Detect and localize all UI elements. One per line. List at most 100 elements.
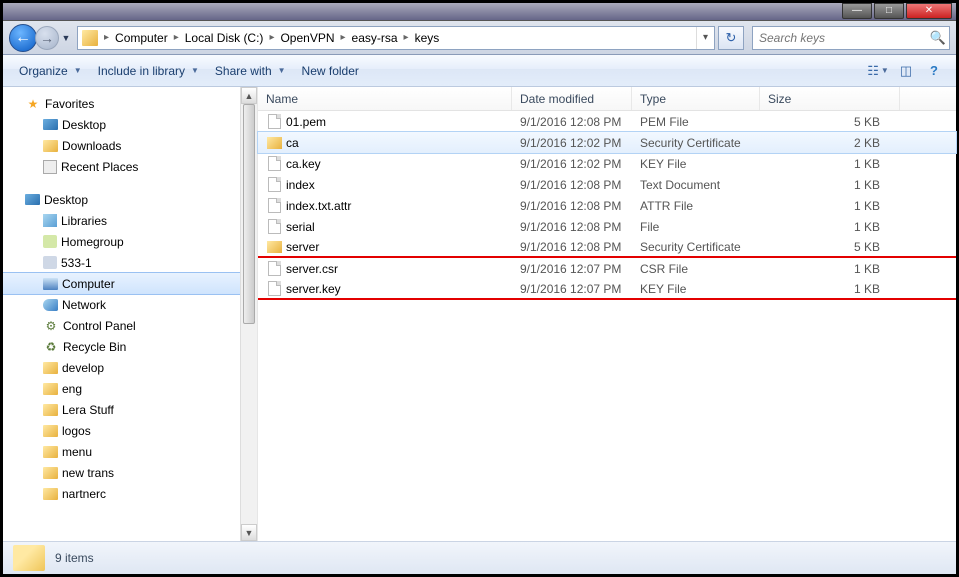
view-options-button[interactable]: ☷▼ (866, 60, 890, 82)
file-size: 1 KB (760, 262, 900, 276)
file-name: ca (286, 136, 299, 150)
tree-item-downloads[interactable]: Downloads (3, 135, 257, 156)
tree-item-folder[interactable]: logos (3, 420, 257, 441)
column-header-date[interactable]: Date modified (512, 87, 632, 110)
tree-item-recycle-bin[interactable]: ♻Recycle Bin (3, 336, 257, 357)
explorer-window: — □ ✕ ← → ▼ ▸ Computer ▸ Local Disk (C:)… (3, 3, 956, 574)
file-date: 9/1/2016 12:07 PM (512, 282, 632, 296)
nav-history-dropdown[interactable]: ▼ (59, 33, 73, 43)
file-row[interactable]: server9/1/2016 12:08 PMSecurity Certific… (258, 237, 956, 258)
window-titlebar[interactable]: — □ ✕ (3, 3, 956, 21)
folder-icon (43, 404, 58, 416)
homegroup-icon (43, 235, 57, 248)
chevron-right-icon[interactable]: ▸ (172, 32, 181, 43)
file-size: 1 KB (760, 220, 900, 234)
file-date: 9/1/2016 12:08 PM (512, 178, 632, 192)
close-button[interactable]: ✕ (906, 3, 952, 19)
breadcrumb-dropdown[interactable]: ▾ (696, 27, 714, 49)
minimize-button[interactable]: — (842, 3, 872, 19)
scroll-up-button[interactable]: ▲ (241, 87, 257, 104)
file-name: 01.pem (286, 115, 326, 129)
tree-item-computer[interactable]: Computer (3, 273, 257, 294)
breadcrumb-item-openvpn[interactable]: OpenVPN (276, 27, 338, 49)
search-icon: 🔍 (927, 30, 949, 46)
folder-icon (43, 467, 58, 479)
file-row[interactable]: ca9/1/2016 12:02 PMSecurity Certificate2… (258, 132, 956, 153)
new-folder-button[interactable]: New folder (294, 60, 367, 82)
tree-label: develop (62, 361, 104, 375)
breadcrumb-item-localdisk[interactable]: Local Disk (C:) (181, 27, 268, 49)
organize-menu[interactable]: Organize▼ (11, 60, 90, 82)
tree-item-folder[interactable]: Lera Stuff (3, 399, 257, 420)
column-header-name[interactable]: Name (258, 87, 512, 110)
chevron-down-icon: ▼ (191, 66, 199, 75)
file-row[interactable]: index9/1/2016 12:08 PMText Document1 KB (258, 174, 956, 195)
file-list[interactable]: 01.pem9/1/2016 12:08 PMPEM File5 KBca9/1… (258, 111, 956, 541)
tree-item-libraries[interactable]: Libraries (3, 210, 257, 231)
breadcrumb-item-keys[interactable]: keys (411, 27, 444, 49)
tree-label: Computer (62, 277, 115, 291)
file-row[interactable]: serial9/1/2016 12:08 PMFile1 KB (258, 216, 956, 237)
tree-item-homegroup[interactable]: Homegroup (3, 231, 257, 252)
chevron-right-icon[interactable]: ▸ (102, 32, 111, 43)
search-box[interactable]: 🔍 (752, 26, 950, 50)
tree-item-folder[interactable]: develop (3, 357, 257, 378)
tree-label: Control Panel (63, 319, 136, 333)
refresh-button[interactable]: ↻ (718, 26, 744, 50)
column-header-type[interactable]: Type (632, 87, 760, 110)
preview-pane-icon: ◫ (900, 63, 912, 79)
file-date: 9/1/2016 12:02 PM (512, 157, 632, 171)
chevron-right-icon[interactable]: ▸ (267, 32, 276, 43)
recent-icon (43, 160, 57, 174)
tree-item-desktop[interactable]: Desktop (3, 114, 257, 135)
column-headers: Name Date modified Type Size (258, 87, 956, 111)
column-header-size[interactable]: Size (760, 87, 900, 110)
file-size: 2 KB (760, 136, 900, 150)
tree-item-network[interactable]: Network (3, 294, 257, 315)
status-item-count: 9 items (55, 551, 94, 565)
tree-label: 533-1 (61, 256, 92, 270)
nav-scrollbar[interactable]: ▲ ▼ (240, 87, 257, 541)
help-button[interactable]: ? (922, 60, 946, 82)
include-in-library-menu[interactable]: Include in library▼ (90, 60, 207, 82)
maximize-button[interactable]: □ (874, 3, 904, 19)
preview-pane-button[interactable]: ◫ (894, 60, 918, 82)
breadcrumb-item-easyrsa[interactable]: easy-rsa (348, 27, 402, 49)
file-icon (266, 114, 282, 130)
tree-desktop-header[interactable]: Desktop (3, 189, 257, 210)
chevron-down-icon: ▼ (881, 66, 889, 75)
file-type: Security Certificate (632, 240, 760, 254)
file-name: index.txt.attr (286, 199, 351, 213)
tree-item-folder[interactable]: nartnerc (3, 483, 257, 504)
tree-label: eng (62, 382, 82, 396)
nav-back-button[interactable]: ← (9, 24, 37, 52)
nav-forward-button[interactable]: → (35, 26, 59, 50)
tree-item-control-panel[interactable]: ⚙Control Panel (3, 315, 257, 336)
file-row[interactable]: server.key9/1/2016 12:07 PMKEY File1 KB (258, 279, 956, 300)
breadcrumb[interactable]: ▸ Computer ▸ Local Disk (C:) ▸ OpenVPN ▸… (77, 26, 715, 50)
scroll-thumb[interactable] (243, 104, 255, 324)
search-input[interactable] (753, 31, 927, 45)
file-date: 9/1/2016 12:08 PM (512, 240, 632, 254)
chevron-right-icon[interactable]: ▸ (339, 32, 348, 43)
file-size: 1 KB (760, 157, 900, 171)
tree-item-recent-places[interactable]: Recent Places (3, 156, 257, 177)
file-size: 1 KB (760, 282, 900, 296)
scroll-down-button[interactable]: ▼ (241, 524, 257, 541)
breadcrumb-item-computer[interactable]: Computer (111, 27, 172, 49)
file-row[interactable]: 01.pem9/1/2016 12:08 PMPEM File5 KB (258, 111, 956, 132)
file-row[interactable]: ca.key9/1/2016 12:02 PMKEY File1 KB (258, 153, 956, 174)
refresh-icon: ↻ (726, 30, 737, 46)
tree-item-folder[interactable]: new trans (3, 462, 257, 483)
tree-favorites-header[interactable]: ★Favorites (3, 93, 257, 114)
folder-icon (43, 383, 58, 395)
file-row[interactable]: index.txt.attr9/1/2016 12:08 PMATTR File… (258, 195, 956, 216)
file-type: PEM File (632, 115, 760, 129)
tree-item-folder[interactable]: menu (3, 441, 257, 462)
tree-item-user[interactable]: 533-1 (3, 252, 257, 273)
file-row[interactable]: server.csr9/1/2016 12:07 PMCSR File1 KB (258, 258, 956, 279)
tree-item-folder[interactable]: eng (3, 378, 257, 399)
file-icon (266, 281, 282, 297)
share-with-menu[interactable]: Share with▼ (207, 60, 294, 82)
chevron-right-icon[interactable]: ▸ (402, 32, 411, 43)
